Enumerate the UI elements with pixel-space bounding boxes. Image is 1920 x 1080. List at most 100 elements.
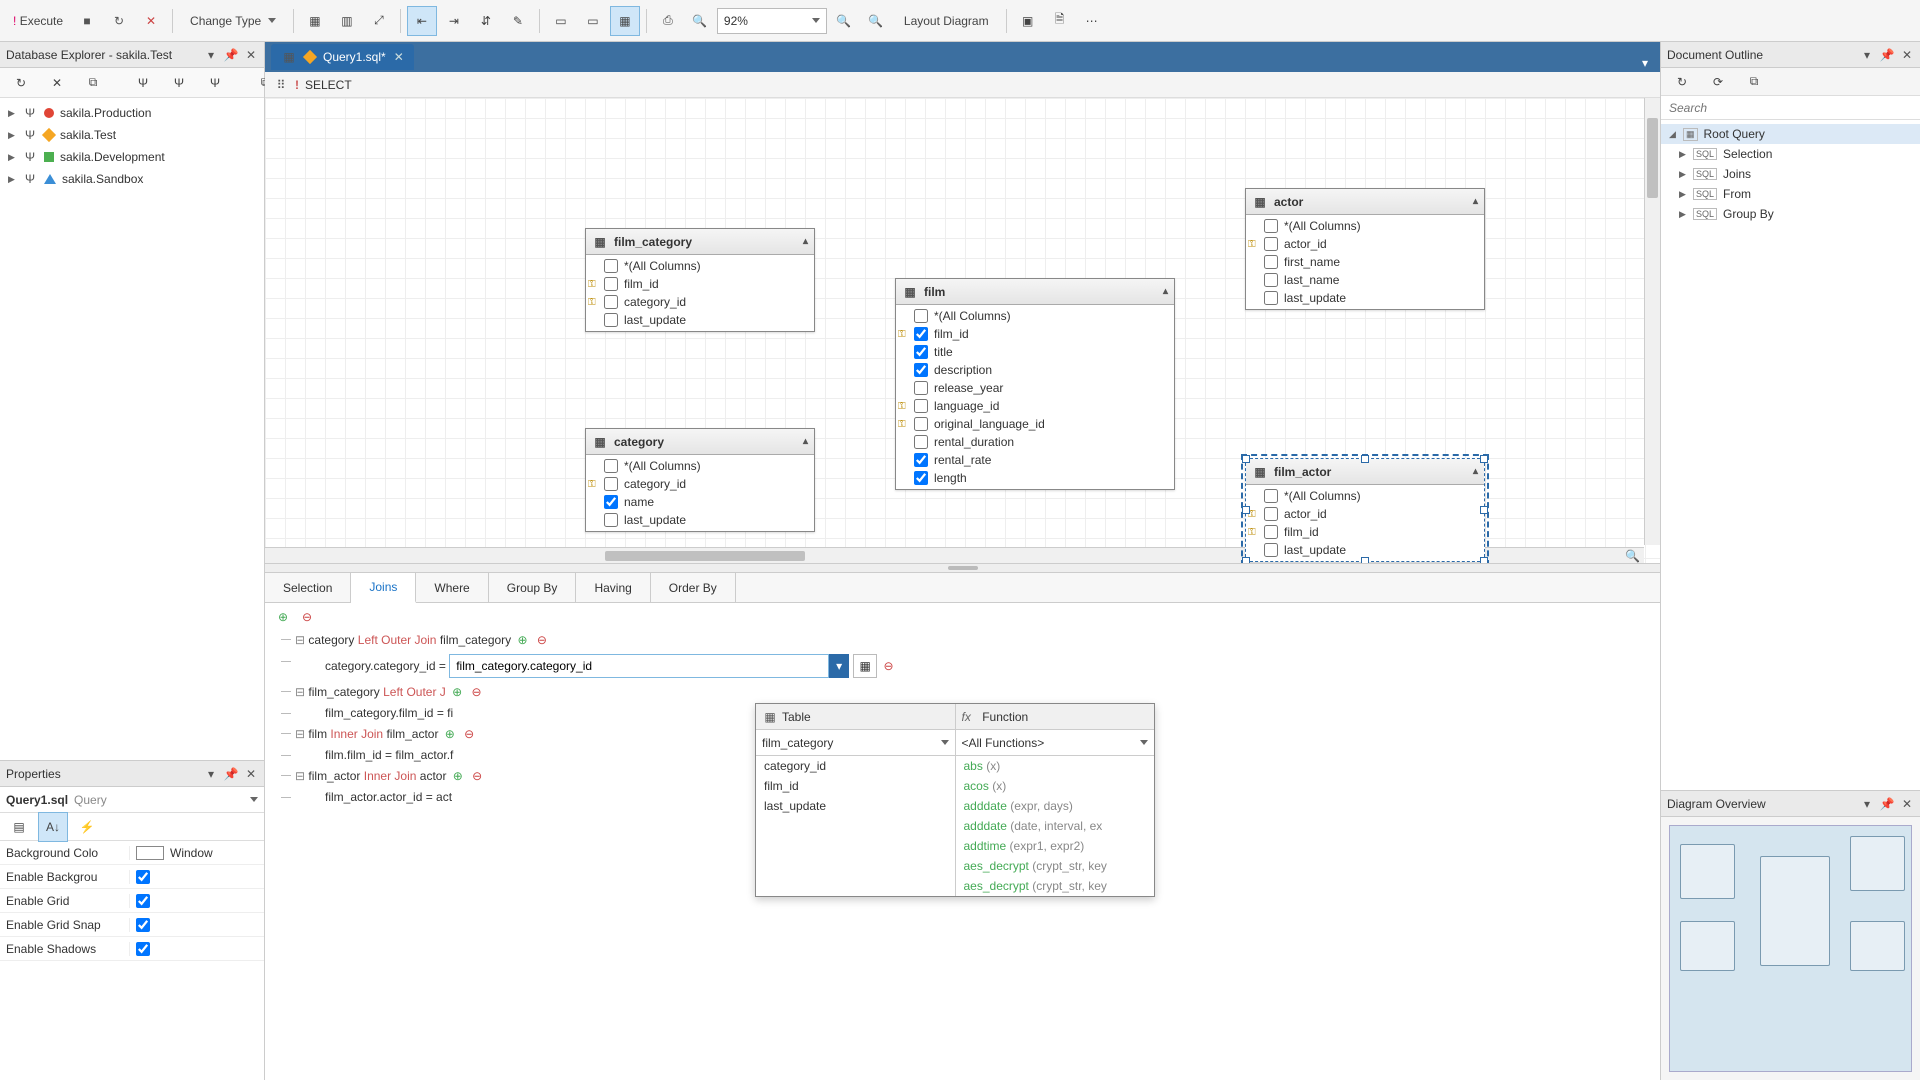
resize-handle[interactable] bbox=[1242, 506, 1250, 514]
column-row[interactable]: ⚿film_id bbox=[586, 275, 814, 293]
browse-icon[interactable]: ▦ bbox=[853, 654, 877, 678]
column-checkbox[interactable] bbox=[1264, 255, 1278, 269]
panel-close-icon[interactable]: ✕ bbox=[1900, 48, 1914, 62]
change-type-dropdown[interactable]: Change Type bbox=[179, 6, 287, 36]
column-row[interactable]: name bbox=[586, 493, 814, 511]
property-checkbox[interactable] bbox=[136, 918, 150, 932]
resize-handle[interactable] bbox=[1480, 557, 1488, 563]
diagram-table-actor[interactable]: ▦actor▴*(All Columns)⚿actor_idfirst_name… bbox=[1245, 188, 1485, 310]
intellisense-function-item[interactable]: addtime (expr1, expr2) bbox=[956, 836, 1155, 856]
column-row[interactable]: ⚿film_id bbox=[896, 325, 1174, 343]
column-row[interactable]: length bbox=[896, 469, 1174, 487]
panel-close-icon[interactable]: ✕ bbox=[244, 767, 258, 781]
copy-icon[interactable]: ⧉ bbox=[1739, 67, 1769, 97]
panel-dropdown-icon[interactable]: ▾ bbox=[204, 767, 218, 781]
column-row[interactable]: first_name bbox=[1246, 253, 1484, 271]
column-row[interactable]: last_name bbox=[1246, 271, 1484, 289]
collapse-icon[interactable]: ▴ bbox=[1473, 466, 1478, 477]
resize-handle[interactable] bbox=[1242, 455, 1250, 463]
tool-icon[interactable]: ⎙ bbox=[653, 6, 683, 36]
expand-icon[interactable]: ▶ bbox=[8, 130, 16, 141]
expand-icon[interactable]: ◢ bbox=[1669, 129, 1677, 140]
tool-icon[interactable]: Ψ bbox=[200, 68, 230, 98]
zoom-out-icon[interactable]: 🔍 bbox=[685, 6, 715, 36]
expand-icon[interactable]: ▶ bbox=[8, 108, 16, 119]
overview-canvas[interactable] bbox=[1669, 825, 1912, 1072]
column-row[interactable]: last_update bbox=[586, 511, 814, 529]
section-tab-having[interactable]: Having bbox=[576, 573, 650, 602]
resize-handle[interactable] bbox=[1480, 506, 1488, 514]
column-checkbox[interactable] bbox=[1264, 237, 1278, 251]
zoom-fit-icon[interactable]: 🔍 bbox=[861, 6, 891, 36]
property-row[interactable]: Enable Backgrou bbox=[0, 865, 264, 889]
add-icon[interactable]: ⊕ bbox=[449, 684, 465, 700]
resize-handle[interactable] bbox=[1480, 455, 1488, 463]
tool-icon[interactable]: Ψ bbox=[128, 68, 158, 98]
panel-pin-icon[interactable]: 📌 bbox=[1880, 797, 1894, 811]
remove-icon[interactable]: ⊖ bbox=[534, 632, 550, 648]
overflow-icon[interactable]: ⋯ bbox=[1077, 6, 1107, 36]
collapse-icon[interactable]: ▴ bbox=[1473, 196, 1478, 207]
scrollbar-thumb[interactable] bbox=[1647, 118, 1658, 198]
table-header[interactable]: ▦film▴ bbox=[896, 279, 1174, 305]
tool-icon[interactable]: ▦ bbox=[300, 6, 330, 36]
intellisense-function-item[interactable]: adddate (expr, days) bbox=[956, 796, 1155, 816]
panel-dropdown-icon[interactable]: ▾ bbox=[1860, 48, 1874, 62]
intellisense-func-select[interactable]: <All Functions> bbox=[956, 730, 1155, 756]
join-line[interactable]: ⊟ category Left Outer Join film_category… bbox=[275, 629, 1650, 651]
column-checkbox[interactable] bbox=[914, 399, 928, 413]
tool-icon[interactable]: ▥ bbox=[332, 6, 362, 36]
column-checkbox[interactable] bbox=[1264, 291, 1278, 305]
intellisense-column-item[interactable]: category_id bbox=[756, 756, 955, 776]
refresh-icon[interactable]: ↻ bbox=[1667, 67, 1697, 97]
table-header[interactable]: ▦film_category▴ bbox=[586, 229, 814, 255]
column-checkbox[interactable] bbox=[914, 309, 928, 323]
outline-item[interactable]: ▶SQLSelection bbox=[1661, 144, 1920, 164]
column-row[interactable]: rental_rate bbox=[896, 451, 1174, 469]
horizontal-splitter[interactable] bbox=[265, 563, 1660, 573]
delete-icon[interactable]: ✕ bbox=[42, 68, 72, 98]
expand-icon[interactable]: ▶ bbox=[1679, 149, 1687, 160]
section-tab-selection[interactable]: Selection bbox=[265, 573, 351, 602]
outline-item[interactable]: ◢▦Root Query bbox=[1661, 124, 1920, 144]
property-row[interactable]: Enable Shadows bbox=[0, 937, 264, 961]
column-row[interactable]: ⚿original_language_id bbox=[896, 415, 1174, 433]
tool-icon[interactable]: ⇤ bbox=[407, 6, 437, 36]
diagram-table-category[interactable]: ▦category▴*(All Columns)⚿category_idname… bbox=[585, 428, 815, 532]
events-icon[interactable]: ⚡ bbox=[72, 812, 102, 842]
section-tab-joins[interactable]: Joins bbox=[351, 573, 416, 603]
remove-icon[interactable]: ⊖ bbox=[468, 684, 484, 700]
copy-icon[interactable]: ⧉ bbox=[78, 68, 108, 98]
resize-handle[interactable] bbox=[1361, 455, 1369, 463]
zoom-combo[interactable]: 92% bbox=[717, 8, 827, 34]
intellisense-function-item[interactable]: adddate (date, interval, ex bbox=[956, 816, 1155, 836]
add-icon[interactable]: ⊕ bbox=[275, 609, 291, 625]
intellisense-function-item[interactable]: aes_decrypt (crypt_str, key bbox=[956, 856, 1155, 876]
column-checkbox[interactable] bbox=[604, 495, 618, 509]
column-row[interactable]: ⚿actor_id bbox=[1246, 505, 1484, 523]
sync-icon[interactable]: ⟳ bbox=[1703, 67, 1733, 97]
panel-close-icon[interactable]: ✕ bbox=[244, 48, 258, 62]
properties-doc-row[interactable]: Query1.sql Query bbox=[0, 787, 264, 813]
column-checkbox[interactable] bbox=[914, 327, 928, 341]
table-header[interactable]: ▦actor▴ bbox=[1246, 189, 1484, 215]
outline-item[interactable]: ▶SQLGroup By bbox=[1661, 204, 1920, 224]
intellisense-function-item[interactable]: acos (x) bbox=[956, 776, 1155, 796]
tool-icon[interactable]: ▭ bbox=[578, 6, 608, 36]
remove-icon[interactable]: ⊖ bbox=[461, 726, 477, 742]
tool-icon[interactable]: ✎ bbox=[503, 6, 533, 36]
panel-close-icon[interactable]: ✕ bbox=[1900, 797, 1914, 811]
column-checkbox[interactable] bbox=[604, 459, 618, 473]
remove-icon[interactable]: ⊖ bbox=[881, 658, 897, 674]
diagram-table-film_category[interactable]: ▦film_category▴*(All Columns)⚿film_id⚿ca… bbox=[585, 228, 815, 332]
tab-close-icon[interactable]: ✕ bbox=[394, 50, 404, 64]
column-checkbox[interactable] bbox=[604, 259, 618, 273]
column-row[interactable]: description bbox=[896, 361, 1174, 379]
tool-icon[interactable]: ⇵ bbox=[471, 6, 501, 36]
intellisense-function-item[interactable]: aes_decrypt (crypt_str, key bbox=[956, 876, 1155, 896]
expand-icon[interactable]: ▶ bbox=[8, 152, 16, 163]
section-tab-where[interactable]: Where bbox=[416, 573, 488, 602]
column-checkbox[interactable] bbox=[914, 381, 928, 395]
column-checkbox[interactable] bbox=[914, 345, 928, 359]
intellisense-table-select[interactable]: film_category bbox=[756, 730, 955, 756]
